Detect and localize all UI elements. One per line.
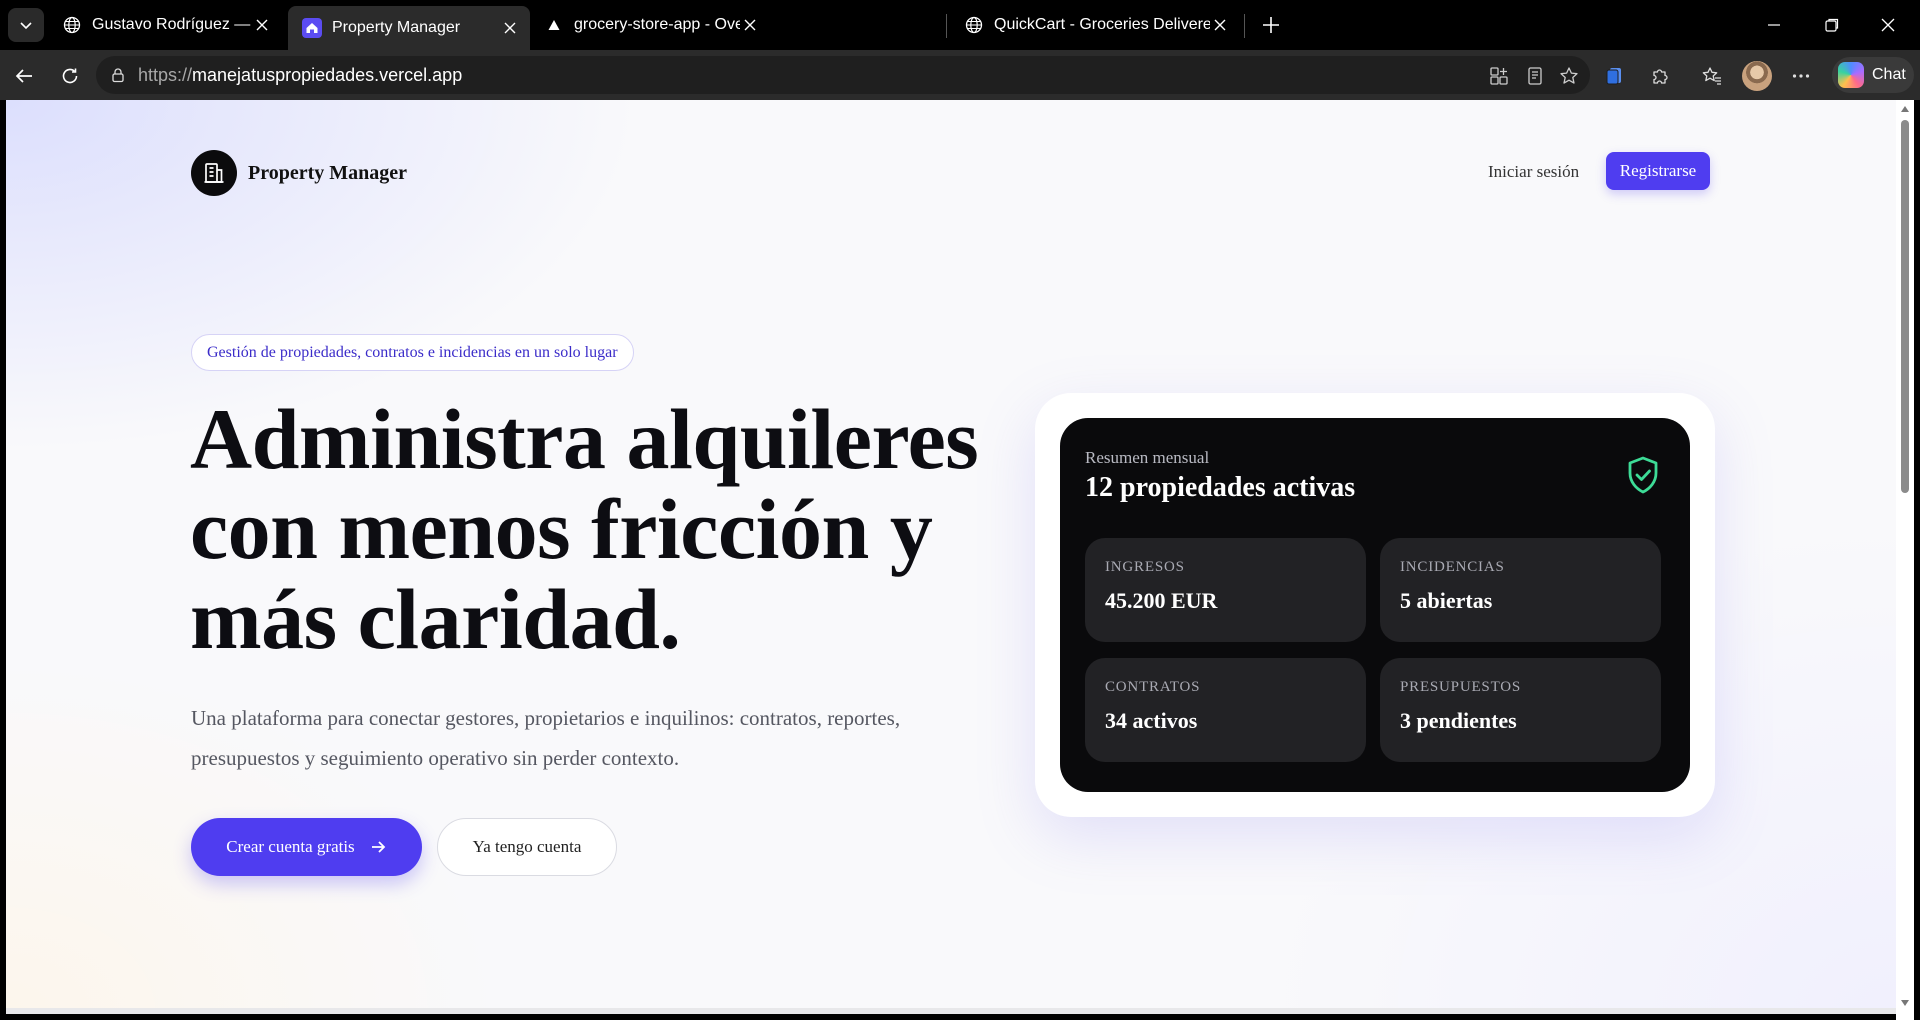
- tab-title: Property Manager: [332, 19, 461, 36]
- star-icon[interactable]: [1558, 65, 1580, 87]
- document-icon: [1606, 68, 1621, 85]
- reader-view-icon[interactable]: [1524, 65, 1546, 87]
- tab-quickcart[interactable]: QuickCart - Groceries Delivered in: [950, 6, 1240, 44]
- stat-value: 3 pendientes: [1400, 708, 1517, 733]
- favorites-icon: [1702, 67, 1721, 85]
- stat-tile-incidencias: Incidencias 5 abiertas: [1380, 538, 1661, 642]
- tab-actions-button[interactable]: [8, 8, 44, 42]
- horizontal-scrollbar[interactable]: [6, 1008, 1896, 1014]
- building-icon: [191, 150, 237, 196]
- summary-caption: Resumen mensual: [1085, 448, 1210, 467]
- hero-title-line: más claridad.: [190, 571, 681, 667]
- vertical-scrollbar[interactable]: [1896, 100, 1914, 1020]
- more-menu-button[interactable]: [1785, 60, 1817, 92]
- extensions-button[interactable]: [1644, 60, 1676, 92]
- triangle-icon: [544, 15, 564, 35]
- hero-title: Administra alquileres con menos fricción…: [190, 394, 1010, 664]
- stat-label: Contratos: [1105, 679, 1201, 695]
- stat-tile-ingresos: Ingresos 45.200 EUR: [1085, 538, 1366, 642]
- copilot-icon: [1838, 62, 1864, 88]
- monthly-summary-card: Resumen mensual 12 propiedades activas I…: [1060, 418, 1690, 792]
- shield-check-icon: [1628, 456, 1658, 494]
- brand-link[interactable]: Property Manager: [191, 150, 407, 196]
- summary-headline: 12 propiedades activas: [1085, 472, 1356, 503]
- plus-icon: [1263, 17, 1279, 33]
- more-horizontal-icon: [1792, 74, 1810, 78]
- lock-icon[interactable]: [108, 65, 128, 85]
- restore-button[interactable]: [1810, 8, 1854, 42]
- close-icon[interactable]: [500, 18, 520, 38]
- tab-bar: Gustavo Rodríguez — Portfolio Property M…: [0, 0, 1920, 50]
- refresh-icon: [62, 68, 78, 84]
- back-button[interactable]: [8, 60, 40, 92]
- favorites-button[interactable]: [1696, 60, 1728, 92]
- close-icon[interactable]: [740, 15, 760, 35]
- stat-tile-presupuestos: Presupuestos 3 pendientes: [1380, 658, 1661, 762]
- globe-icon: [62, 15, 82, 35]
- stat-value: 5 abiertas: [1400, 588, 1493, 613]
- stat-label: Ingresos: [1105, 559, 1185, 575]
- globe-icon: [964, 15, 984, 35]
- tab-title: QuickCart - Groceries Delivered in: [994, 16, 1210, 33]
- url-scheme: https://: [138, 64, 193, 85]
- close-window-button[interactable]: [1866, 8, 1910, 42]
- hero-title-line: con menos fricción y: [190, 481, 933, 577]
- create-account-label: Crear cuenta gratis: [226, 837, 355, 856]
- create-account-button[interactable]: Crear cuenta gratis: [191, 818, 422, 876]
- home-icon: [302, 18, 322, 38]
- hero-subtitle: Una plataforma para conectar gestores, p…: [191, 706, 901, 770]
- arrow-right-icon: [369, 838, 387, 856]
- url-text[interactable]: https://manejatuspropiedades.vercel.app: [138, 65, 462, 86]
- stat-tile-contratos: Contratos 34 activos: [1085, 658, 1366, 762]
- summary-card-container: Resumen mensual 12 propiedades activas I…: [1035, 393, 1715, 817]
- stat-label: Presupuestos: [1400, 679, 1522, 695]
- chevron-down-icon: [20, 22, 32, 30]
- close-icon[interactable]: [252, 15, 272, 35]
- copilot-chat-button[interactable]: Chat: [1832, 57, 1914, 93]
- browser-toolbar: https://manejatuspropiedades.vercel.app …: [0, 50, 1920, 100]
- address-bar[interactable]: https://manejatuspropiedades.vercel.app: [96, 56, 1590, 94]
- tab-separator: [946, 14, 947, 38]
- minimize-button[interactable]: [1752, 8, 1796, 42]
- profile-avatar[interactable]: [1742, 61, 1772, 91]
- tab-grocery-store-app[interactable]: grocery-store-app - Overview – Ve: [530, 6, 770, 44]
- chat-label: Chat: [1872, 66, 1906, 83]
- stat-value: 34 activos: [1105, 708, 1198, 733]
- brand-name: Property Manager: [248, 161, 408, 184]
- close-icon[interactable]: [1210, 15, 1230, 35]
- stat-label: Incidencias: [1400, 559, 1505, 575]
- tab-property-manager[interactable]: Property Manager: [288, 6, 530, 50]
- app-available-icon[interactable]: [1488, 65, 1510, 87]
- extension-button[interactable]: [1598, 60, 1630, 92]
- have-account-button[interactable]: Ya tengo cuenta: [437, 818, 617, 876]
- url-host: manejatuspropiedades.vercel.app: [192, 64, 463, 85]
- refresh-button[interactable]: [54, 60, 86, 92]
- login-link[interactable]: Iniciar sesión: [1488, 162, 1579, 182]
- close-icon: [1881, 18, 1895, 32]
- register-button[interactable]: Registrarse: [1606, 152, 1710, 190]
- hero-title-line: Administra alquileres: [190, 391, 979, 487]
- hero-badge: Gestión de propiedades, contratos e inci…: [191, 334, 634, 371]
- tab-separator: [1244, 14, 1245, 38]
- minimize-icon: [1768, 24, 1780, 26]
- arrow-left-icon: [15, 69, 32, 83]
- page-viewport: Property Manager Iniciar sesión Registra…: [6, 100, 1896, 1014]
- scroll-up-arrow-icon[interactable]: [1901, 106, 1909, 112]
- tab-title: grocery-store-app - Overview – Ve: [574, 16, 740, 33]
- new-tab-button[interactable]: [1256, 10, 1286, 40]
- scrollbar-thumb[interactable]: [1901, 120, 1909, 493]
- tab-title: Gustavo Rodríguez — Portfolio: [92, 16, 252, 33]
- tab-portfolio[interactable]: Gustavo Rodríguez — Portfolio: [48, 6, 282, 44]
- restore-icon: [1825, 18, 1839, 32]
- scroll-down-arrow-icon[interactable]: [1901, 1000, 1909, 1006]
- puzzle-icon: [1653, 69, 1668, 84]
- stat-value: 45.200 EUR: [1105, 588, 1218, 613]
